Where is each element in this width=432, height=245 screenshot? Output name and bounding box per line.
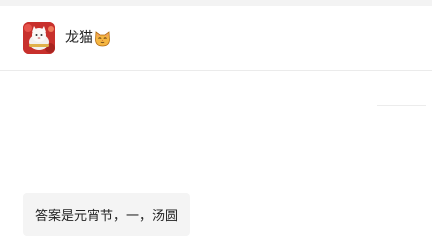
- cat-face-icon: [94, 30, 111, 47]
- contact-avatar[interactable]: [23, 22, 55, 54]
- contact-name-text: 龙猫: [65, 30, 93, 46]
- avatar-image: [23, 22, 55, 54]
- chat-header: 龙猫: [0, 6, 432, 71]
- message-bubble[interactable]: 答案是元宵节，一，汤圆: [23, 193, 191, 236]
- message-text: 答案是元宵节，一，汤圆: [35, 209, 179, 224]
- message-separator: [377, 105, 426, 106]
- contact-name: 龙猫: [65, 28, 111, 48]
